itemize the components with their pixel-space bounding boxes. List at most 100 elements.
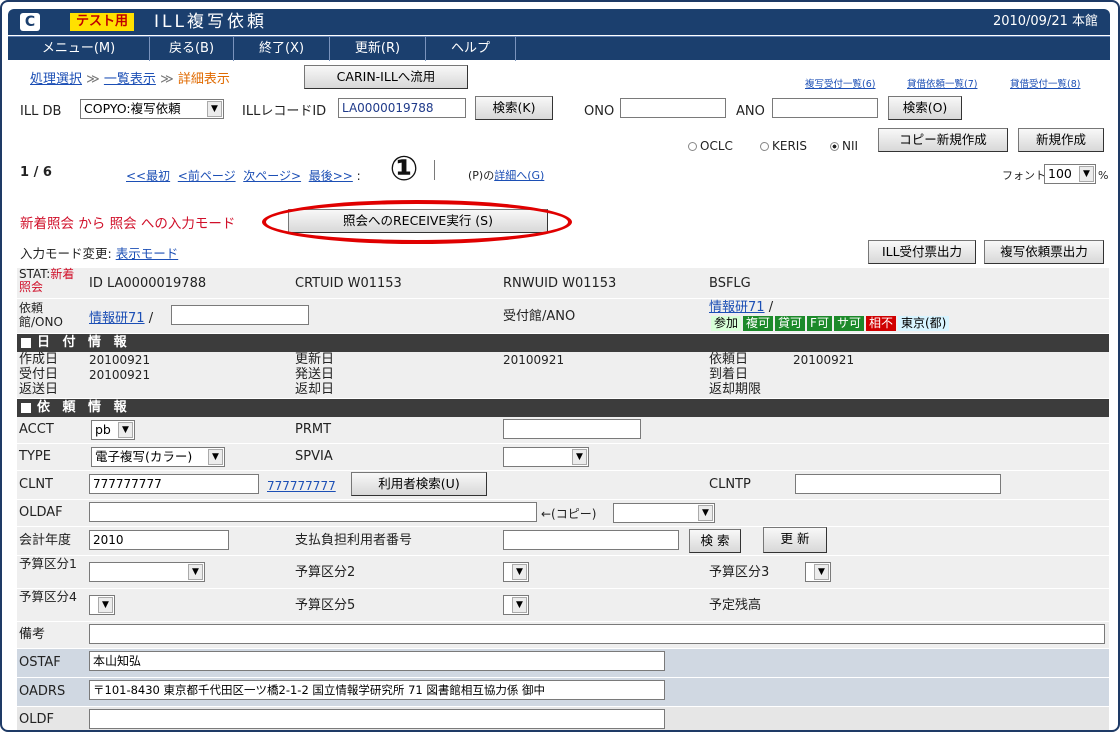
clnt-input[interactable]: 777777777: [89, 474, 259, 494]
updated-label: 更新日: [295, 352, 335, 367]
font-unit: %: [1098, 169, 1109, 182]
stat-rnwuid: RNWUID W01153: [503, 276, 617, 291]
copy-new-button[interactable]: コピー新規作成: [878, 128, 1008, 152]
spvia-select[interactable]: ▼: [503, 447, 589, 467]
pager-detail-link[interactable]: 詳細へ(G): [494, 169, 544, 182]
request-library-row: 依頼館/ONO 情報研71 / 受付館/ANO 情報研71 / 参加 複可 貸可 F可…: [17, 299, 1109, 333]
budget1-label: 予算区分1: [19, 556, 77, 571]
stat-bsflg: BSFLG: [709, 276, 751, 291]
breadcrumb-select[interactable]: 処理選択: [30, 72, 82, 87]
title-bar: C テスト用 ILL複写依頼 2010/09/21 本館: [8, 9, 1110, 35]
return-label: 返却日: [295, 382, 335, 397]
oldf-input[interactable]: [89, 709, 665, 729]
pager-suffix: (P)の: [468, 169, 495, 182]
font-size-select[interactable]: 100 ▼: [1044, 164, 1096, 184]
acct-select[interactable]: pb ▼: [91, 420, 135, 440]
ano-label: ANO: [736, 104, 765, 119]
type-select[interactable]: 電子複写(カラー) ▼: [91, 447, 225, 467]
stat-crtuid: CRTUID W01153: [295, 276, 402, 291]
radio-nii[interactable]: NII: [830, 138, 858, 154]
illdb-label: ILL DB: [20, 104, 62, 119]
annotation-marker: ①: [389, 149, 419, 189]
ostaf-row: OSTAF 本山知弘: [17, 649, 1109, 677]
budget1-select[interactable]: ▼: [89, 562, 205, 582]
menu-item-help[interactable]: ヘルプ: [426, 37, 516, 61]
pager-detail: (P)の詳細へ(G): [468, 168, 544, 184]
menu-item-exit[interactable]: 終了(X): [234, 37, 330, 61]
stat-label-text: STAT:: [19, 267, 51, 281]
oadrs-input[interactable]: 〒101-8430 東京都千代田区一ツ橋2-1-2 国立情報学研究所 71 図書…: [89, 680, 665, 700]
dropdown-arrow-icon: ▼: [512, 597, 527, 613]
menu-item-menu[interactable]: メニュー(M): [8, 37, 150, 61]
stat-id: ID LA0000019788: [89, 276, 207, 291]
radio-oclc[interactable]: OCLC: [688, 138, 733, 154]
menu-item-back[interactable]: 戻る(B): [150, 37, 234, 61]
page-number-input[interactable]: [434, 160, 466, 180]
ono-value-input[interactable]: [171, 305, 309, 325]
library-tag: 相不: [865, 316, 896, 331]
new-button[interactable]: 新規作成: [1018, 128, 1104, 152]
breadcrumb-list[interactable]: 一覧表示: [104, 72, 156, 87]
budget3-label: 予算区分3: [709, 565, 770, 580]
acct-row: ACCT pb ▼ PRMT: [17, 417, 1109, 443]
spvia-label: SPVIA: [295, 449, 333, 464]
payer-search-button[interactable]: 検 索: [689, 529, 741, 553]
prmt-input[interactable]: [503, 419, 641, 439]
budget2-select[interactable]: ▼: [503, 562, 529, 582]
record-id-label: ILLレコードID: [242, 104, 327, 119]
fiscal-row: 会計年度 2010 支払負担利用者番号 検 索 更 新: [17, 527, 1109, 555]
received-value: 20100921: [89, 368, 151, 382]
copy-request-button[interactable]: 複写依頼票出力: [984, 240, 1104, 264]
oldaf-input[interactable]: [89, 502, 537, 522]
pager-prev[interactable]: <前ページ: [178, 169, 236, 183]
pager-last[interactable]: 最後>>: [309, 169, 353, 183]
prmt-label: PRMT: [295, 422, 332, 437]
budget5-select[interactable]: ▼: [503, 595, 529, 615]
pager-first[interactable]: <<最初: [126, 169, 170, 183]
link-copy-receive-list[interactable]: 複写受付一覧(6): [805, 76, 875, 90]
clnt-row: CLNT 777777777 777777777 利用者検索(U) CLNTP: [17, 471, 1109, 499]
clntp-input[interactable]: [795, 474, 1001, 494]
stat-row: STAT:新着照会 ID LA0000019788 CRTUID W01153 …: [17, 268, 1109, 298]
created-value: 20100921: [89, 353, 151, 367]
budget4-select[interactable]: ▼: [89, 595, 115, 615]
radio-oclc-label: OCLC: [700, 139, 733, 153]
search-k-button[interactable]: 検索(K): [475, 96, 553, 120]
receive-library-link[interactable]: 情報研71: [709, 300, 765, 315]
budget3-select[interactable]: ▼: [805, 562, 831, 582]
illdb-select[interactable]: COPYO:複写依頼 ▼: [80, 99, 224, 119]
library-tag: 東京(都): [897, 316, 950, 331]
request-library-link[interactable]: 情報研71: [89, 311, 145, 326]
search-o-button[interactable]: 検索(O): [888, 96, 962, 120]
ostaf-input[interactable]: 本山知弘: [89, 651, 665, 671]
fiscal-year-input[interactable]: 2010: [89, 530, 229, 550]
payer-update-button[interactable]: 更 新: [763, 527, 827, 553]
display-mode-link[interactable]: 表示モード: [116, 246, 179, 261]
dropdown-arrow-icon: ▼: [572, 449, 587, 465]
user-search-button[interactable]: 利用者検索(U): [351, 472, 487, 496]
link-loan-request-list[interactable]: 貸借依頼一覧(7): [907, 76, 977, 90]
oldaf-copy-select[interactable]: ▼: [613, 503, 715, 523]
oadrs-label: OADRS: [19, 684, 66, 699]
menu-item-refresh[interactable]: 更新(R): [330, 37, 426, 61]
note-input[interactable]: [89, 624, 1105, 644]
sent-label: 発送日: [295, 367, 335, 382]
carin-ill-button[interactable]: CARIN-ILLへ流用: [304, 65, 468, 89]
clnt-link: 777777777: [267, 478, 336, 494]
payer-input[interactable]: [503, 530, 679, 550]
pager-next[interactable]: 次ページ>: [243, 169, 301, 183]
clnt-link-text[interactable]: 777777777: [267, 479, 336, 493]
breadcrumb-current: 詳細表示: [177, 72, 230, 87]
link-loan-receive-list[interactable]: 貸借受付一覧(8): [1010, 76, 1080, 90]
pager-links: <<最初 <前ページ 次ページ> 最後>> :: [126, 168, 361, 184]
mode-change-label: 入力モード変更:: [20, 246, 112, 261]
dropdown-arrow-icon: ▼: [98, 597, 113, 613]
ano-input[interactable]: [772, 98, 878, 118]
budget-row-2: 予算区分4 ▼ 予算区分5 ▼ 予定残高: [17, 589, 1109, 621]
radio-keris[interactable]: KERIS: [760, 138, 807, 154]
ono-input[interactable]: [620, 98, 726, 118]
record-id-input[interactable]: LA0000019788: [338, 98, 466, 118]
acct-value: pb: [95, 422, 111, 437]
ill-receipt-button[interactable]: ILL受付票出力: [868, 240, 976, 264]
return-due-label: 返却期限: [709, 382, 762, 397]
